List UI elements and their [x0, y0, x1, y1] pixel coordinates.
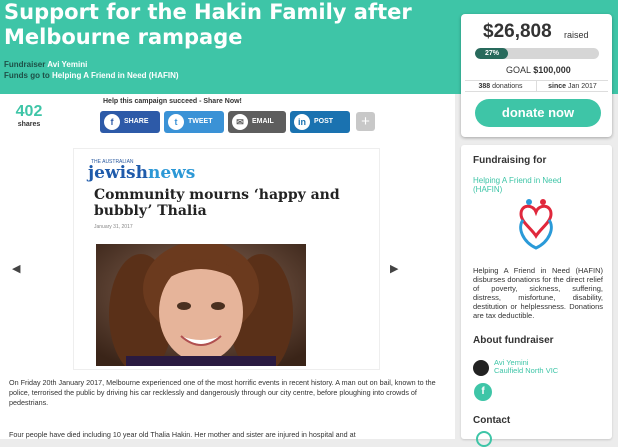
hafin-logo: [513, 198, 559, 252]
share-count: 402 shares: [12, 103, 46, 128]
story-paragraph-1: On Friday 20th January 2017, Melbourne e…: [9, 378, 436, 407]
carousel-prev-arrow[interactable]: ◀: [12, 262, 20, 275]
goal-amount: $100,000: [533, 65, 571, 75]
contact-heading: Contact: [473, 415, 511, 426]
funds-go-to-line: Funds go to Helping A Friend in Need (HA…: [4, 71, 179, 80]
facebook-profile-icon[interactable]: f: [474, 383, 492, 401]
email-share-button[interactable]: ✉ EMAIL: [228, 111, 286, 133]
charity-link[interactable]: Helping A Friend in Need (HAFIN): [52, 71, 179, 80]
campaign-stats: 388 donations since Jan 2017: [465, 80, 608, 92]
raised-label: raised: [564, 30, 589, 40]
fundraiser-label: Fundraiser: [4, 60, 46, 69]
donate-button[interactable]: donate now: [475, 99, 601, 127]
campaign-title: Support for the Hakin Family after Melbo…: [4, 0, 412, 49]
fundraiser-avatar: [473, 360, 489, 376]
email-icon: ✉: [232, 114, 248, 130]
raised-amount: $26,808: [483, 21, 552, 42]
goal-label: GOAL: [506, 65, 531, 75]
progress-bar: 27%: [475, 48, 599, 59]
carousel-next-arrow[interactable]: ▶: [390, 262, 398, 275]
fundraising-for-heading: Fundraising for: [473, 155, 547, 166]
facebook-icon: f: [104, 114, 120, 130]
progress-fill: 27%: [475, 48, 509, 59]
newspaper-logo: jewishnews: [88, 163, 196, 183]
article-date: January 31, 2017: [94, 224, 133, 230]
linkedin-icon: in: [294, 114, 310, 130]
fundraiser-info[interactable]: Avi Yemini Caulfield North VIC: [494, 359, 558, 375]
goal-text: GOAL $100,000: [506, 65, 571, 75]
share-prompt: Help this campaign succeed - Share Now!: [103, 98, 242, 105]
article-headline: Community mourns ‘happy and bubbly’ Thal…: [94, 187, 340, 219]
share-count-label: shares: [17, 121, 41, 128]
twitter-share-button[interactable]: t TWEET: [164, 111, 224, 133]
funds-label: Funds go to: [4, 71, 50, 80]
girl-photo: [96, 244, 306, 366]
contact-icon[interactable]: [476, 431, 492, 447]
twitter-icon: t: [168, 114, 184, 130]
charity-name-link[interactable]: Helping A Friend in Need (HAFIN): [473, 176, 583, 194]
share-count-number: 402: [15, 103, 43, 120]
more-share-button[interactable]: +: [356, 112, 375, 131]
since-stat: since Jan 2017: [548, 83, 597, 90]
donations-stat: 388 donations: [465, 81, 537, 91]
linkedin-share-button[interactable]: in POST: [290, 111, 350, 133]
article-image: THE AUSTRALIAN jewishnews Community mour…: [73, 148, 380, 370]
fundraiser-link[interactable]: Avi Yemini: [47, 60, 87, 69]
fundraiser-line: Fundraiser Avi Yemini: [4, 60, 87, 69]
charity-description: Helping A Friend in Need (HAFIN) disburs…: [473, 266, 603, 320]
sidebar: Fundraising for Helping A Friend in Need…: [461, 145, 612, 447]
facebook-share-button[interactable]: f SHARE: [100, 111, 160, 133]
about-fundraiser-heading: About fundraiser: [473, 335, 554, 346]
main-content: 402 shares Help this campaign succeed - …: [0, 94, 455, 439]
raised-card: $26,808 raised 27% GOAL $100,000 388 don…: [461, 14, 612, 137]
